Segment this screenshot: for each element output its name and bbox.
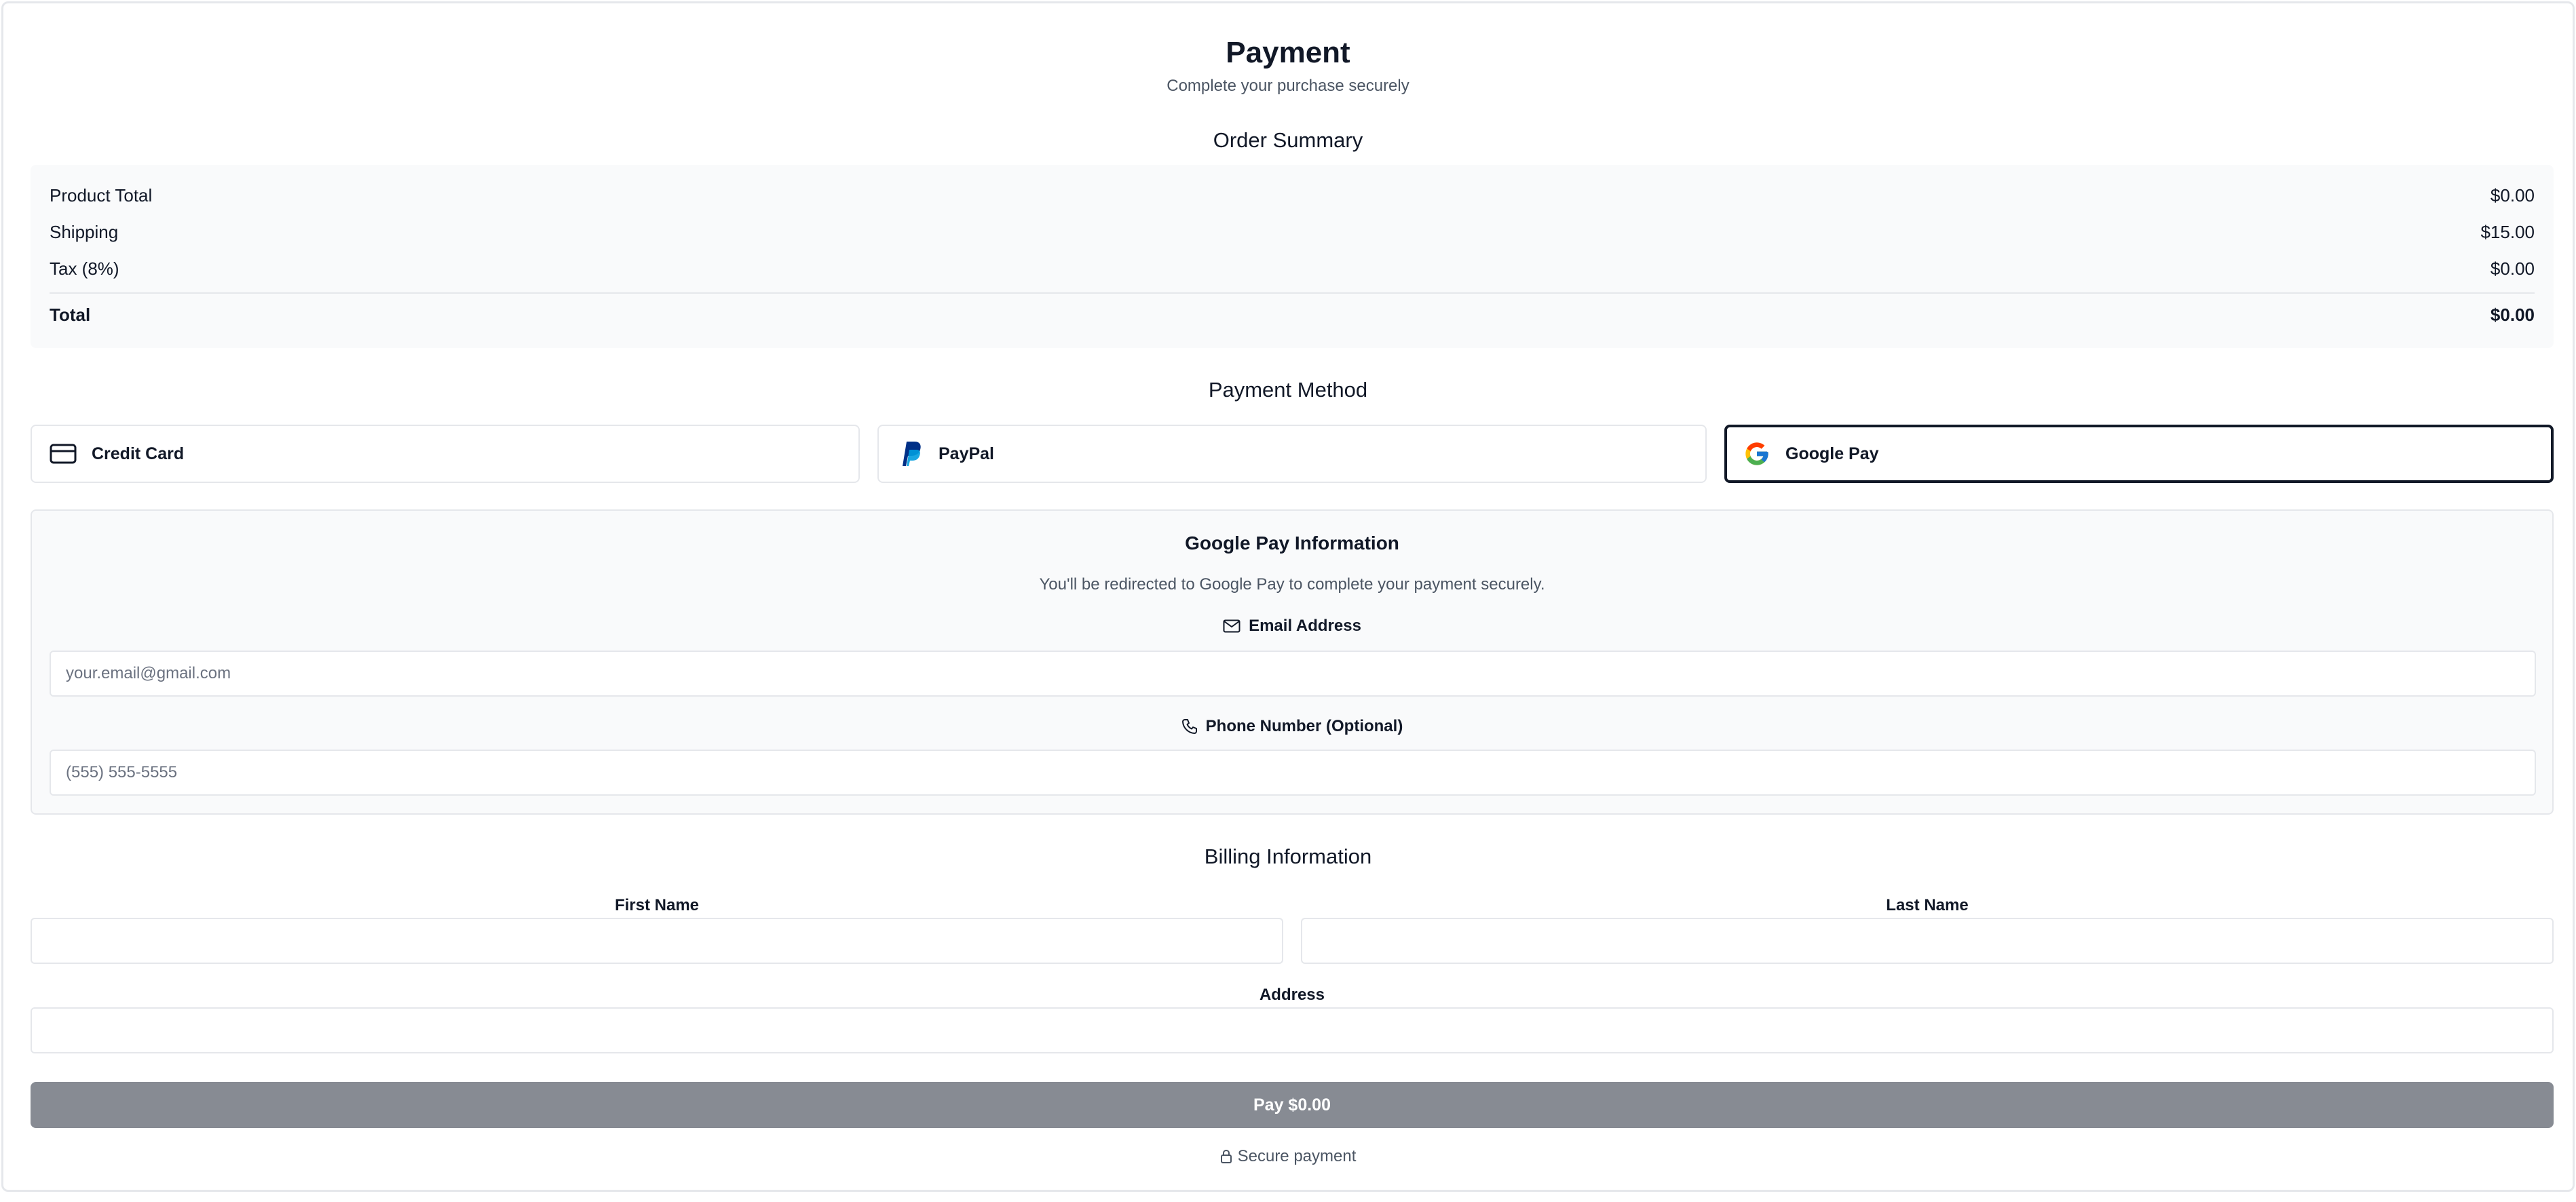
payment-card: Payment Complete your purchase securely …: [1, 1, 2575, 1192]
phone-label: Phone Number (Optional): [32, 717, 2552, 736]
pay-button[interactable]: Pay $0.00: [31, 1082, 2554, 1128]
email-input[interactable]: [50, 651, 2536, 697]
payment-method-label: Credit Card: [92, 444, 185, 463]
secure-payment-text: Secure payment: [1237, 1147, 1357, 1165]
phone-icon: [1181, 719, 1197, 734]
order-summary: Product Total $0.00 Shipping $15.00 Tax …: [31, 165, 2554, 348]
credit-card-icon: [48, 439, 78, 469]
page-subtitle: Complete your purchase securely: [1167, 77, 1409, 95]
payment-method-label: Google Pay: [1785, 444, 1879, 463]
google-icon: [1742, 439, 1772, 469]
payment-method-paypal[interactable]: PayPal: [877, 425, 1707, 483]
summary-value: $15.00: [2480, 222, 2535, 242]
order-summary-title: Order Summary: [1213, 128, 1363, 152]
google-pay-description: You'll be redirected to Google Pay to co…: [1039, 575, 1545, 594]
email-label: Email Address: [32, 617, 2552, 636]
billing-title: Billing Information: [1204, 845, 1372, 868]
secure-payment-note: Secure payment: [3, 1147, 2573, 1166]
google-pay-title: Google Pay Information: [1185, 532, 1399, 554]
summary-label: Shipping: [50, 222, 119, 242]
phone-label-text: Phone Number (Optional): [1205, 717, 1403, 735]
lock-icon: [1220, 1149, 1232, 1163]
summary-row-product-total: Product Total $0.00: [50, 185, 2535, 206]
last-name-input[interactable]: [1301, 918, 2554, 964]
payment-method-credit-card[interactable]: Credit Card: [31, 425, 860, 483]
last-name-label: Last Name: [1886, 896, 1969, 914]
summary-value: $0.00: [2490, 185, 2535, 206]
address-label: Address: [1259, 986, 1325, 1004]
email-label-text: Email Address: [1249, 617, 1361, 635]
page-title: Payment: [1226, 36, 1350, 69]
payment-method-title: Payment Method: [1208, 378, 1368, 402]
summary-row-shipping: Shipping $15.00: [50, 222, 2535, 243]
summary-row-tax: Tax (8%) $0.00: [50, 258, 2535, 279]
phone-input[interactable]: [50, 750, 2536, 796]
total-value: $0.00: [2490, 305, 2535, 325]
payment-method-label: PayPal: [939, 444, 995, 463]
mail-icon: [1223, 619, 1240, 633]
payment-method-google-pay[interactable]: Google Pay: [1724, 425, 2554, 483]
google-pay-panel: Google Pay Information You'll be redirec…: [31, 509, 2554, 815]
summary-label: Tax (8%): [50, 258, 119, 279]
first-name-label: First Name: [614, 896, 700, 914]
total-label: Total: [50, 305, 91, 325]
address-input[interactable]: [31, 1007, 2554, 1053]
summary-label: Product Total: [50, 185, 153, 206]
summary-value: $0.00: [2490, 258, 2535, 279]
paypal-icon: [895, 439, 925, 469]
first-name-input[interactable]: [31, 918, 1283, 964]
summary-divider: [50, 292, 2535, 294]
summary-row-total: Total $0.00: [50, 305, 2535, 326]
